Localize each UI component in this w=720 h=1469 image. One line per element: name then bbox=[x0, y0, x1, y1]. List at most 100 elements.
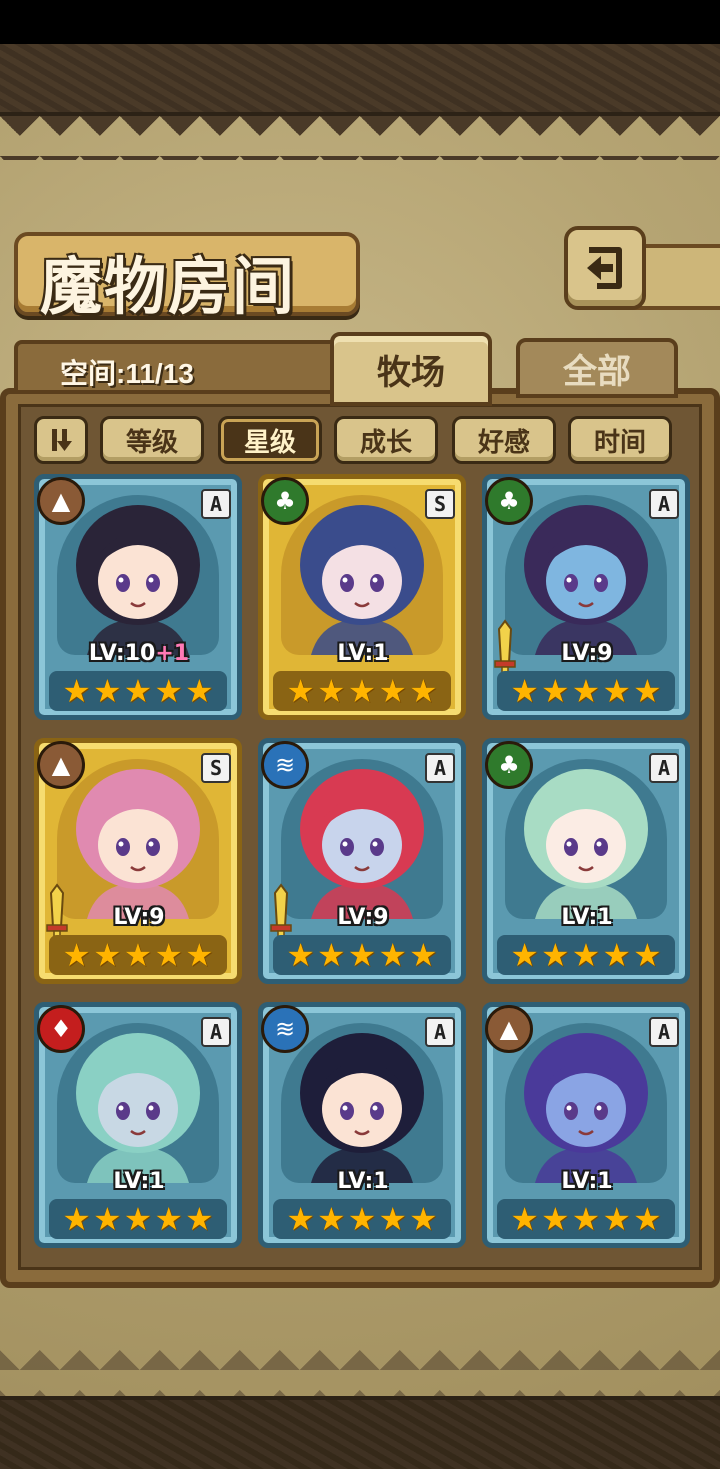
star-icon: ★ bbox=[571, 672, 601, 710]
level-text: LV:10 bbox=[88, 641, 156, 666]
monster-level: LV:1 bbox=[487, 905, 687, 930]
monster-card[interactable]: ♣ A LV:1 ★ ★ ★ ★ ★ bbox=[482, 738, 690, 984]
monster-card[interactable]: ♣ S LV:1 ★ ★ ★ ★ ★ bbox=[258, 474, 466, 720]
level-text: LV:1 bbox=[113, 1169, 165, 1194]
monster-card[interactable]: ▲ S LV:9 ★ ★ ★ ★ ★ bbox=[34, 738, 242, 984]
star-icon: ★ bbox=[154, 672, 184, 710]
star-icon: ★ bbox=[378, 936, 408, 974]
sort-order-button[interactable] bbox=[34, 416, 88, 464]
monster-portrait bbox=[281, 759, 443, 919]
star-icon: ★ bbox=[286, 1200, 315, 1238]
star-icon: ★ bbox=[540, 1200, 570, 1238]
level-text: LV:9 bbox=[113, 905, 165, 930]
star-icon: ★ bbox=[185, 672, 214, 710]
monster-card[interactable]: ≋ A LV:9 ★ ★ ★ ★ ★ bbox=[258, 738, 466, 984]
monster-portrait bbox=[505, 759, 667, 919]
star-icon: ★ bbox=[123, 936, 153, 974]
star-icon: ★ bbox=[409, 1200, 438, 1238]
wave-icon: ≋ bbox=[261, 1005, 309, 1053]
star-icon: ★ bbox=[633, 936, 662, 974]
star-rating: ★ ★ ★ ★ ★ bbox=[49, 935, 227, 975]
monster-card[interactable]: ♦ A LV:1 ★ ★ ★ ★ ★ bbox=[34, 1002, 242, 1248]
capacity-label: 空间:11/13 bbox=[60, 358, 194, 389]
star-icon: ★ bbox=[123, 1200, 153, 1238]
leaf-icon: ♣ bbox=[261, 477, 309, 525]
star-icon: ★ bbox=[316, 1200, 346, 1238]
star-rating: ★ ★ ★ ★ ★ bbox=[273, 935, 451, 975]
tab-ranch[interactable]: 牧场 bbox=[330, 332, 492, 406]
monster-card[interactable]: ▲ A LV:10+1 ★ ★ ★ ★ ★ bbox=[34, 474, 242, 720]
star-icon: ★ bbox=[62, 672, 91, 710]
rank-badge: A bbox=[201, 489, 231, 519]
level-text: LV:1 bbox=[337, 641, 389, 666]
monster-portrait bbox=[281, 1023, 443, 1183]
star-icon: ★ bbox=[571, 1200, 601, 1238]
filter-affection-button[interactable]: 好感 bbox=[452, 416, 556, 464]
star-icon: ★ bbox=[378, 672, 408, 710]
star-icon: ★ bbox=[154, 1200, 184, 1238]
monster-card[interactable]: ≋ A LV:1 ★ ★ ★ ★ ★ bbox=[258, 1002, 466, 1248]
star-icon: ★ bbox=[409, 936, 438, 974]
star-icon: ★ bbox=[62, 1200, 91, 1238]
star-icon: ★ bbox=[185, 936, 214, 974]
flame-icon: ♦ bbox=[37, 1005, 85, 1053]
rank-badge: A bbox=[425, 753, 455, 783]
monster-card[interactable]: ♣ A LV:9 ★ ★ ★ ★ ★ bbox=[482, 474, 690, 720]
star-icon: ★ bbox=[510, 1200, 539, 1238]
monster-level: LV:9 bbox=[39, 905, 239, 930]
map-background-top bbox=[0, 44, 720, 116]
star-icon: ★ bbox=[540, 936, 570, 974]
back-arrow-icon bbox=[587, 247, 622, 289]
monster-level: LV:1 bbox=[263, 1169, 463, 1194]
star-icon: ★ bbox=[286, 936, 315, 974]
star-icon: ★ bbox=[540, 672, 570, 710]
monster-portrait bbox=[57, 1023, 219, 1183]
monster-level: LV:1 bbox=[487, 1169, 687, 1194]
rank-badge: A bbox=[649, 753, 679, 783]
star-icon: ★ bbox=[633, 672, 662, 710]
leaf-icon: ♣ bbox=[485, 741, 533, 789]
monster-level: LV:9 bbox=[263, 905, 463, 930]
star-icon: ★ bbox=[123, 672, 153, 710]
star-rating: ★ ★ ★ ★ ★ bbox=[273, 671, 451, 711]
star-icon: ★ bbox=[316, 936, 346, 974]
rank-badge: A bbox=[649, 1017, 679, 1047]
star-icon: ★ bbox=[154, 936, 184, 974]
level-bonus: +1 bbox=[155, 641, 190, 666]
star-icon: ★ bbox=[92, 936, 122, 974]
star-icon: ★ bbox=[347, 672, 377, 710]
star-icon: ★ bbox=[62, 936, 91, 974]
back-button[interactable] bbox=[564, 226, 646, 310]
mountain-icon: ▲ bbox=[37, 741, 85, 789]
filter-star-button[interactable]: 星级 bbox=[218, 416, 322, 464]
monster-level: LV:9 bbox=[487, 641, 687, 666]
filter-growth-button[interactable]: 成长 bbox=[334, 416, 438, 464]
monster-card[interactable]: ▲ A LV:1 ★ ★ ★ ★ ★ bbox=[482, 1002, 690, 1248]
star-icon: ★ bbox=[602, 1200, 632, 1238]
star-icon: ★ bbox=[602, 672, 632, 710]
leaf-icon: ♣ bbox=[485, 477, 533, 525]
monster-portrait bbox=[57, 759, 219, 919]
rank-badge: A bbox=[425, 1017, 455, 1047]
monster-level: LV:1 bbox=[39, 1169, 239, 1194]
rank-badge: A bbox=[201, 1017, 231, 1047]
star-icon: ★ bbox=[378, 1200, 408, 1238]
rank-badge: S bbox=[425, 489, 455, 519]
monster-portrait bbox=[505, 1023, 667, 1183]
filter-time-button[interactable]: 时间 bbox=[568, 416, 672, 464]
star-icon: ★ bbox=[602, 936, 632, 974]
level-text: LV:1 bbox=[561, 905, 613, 930]
monster-portrait bbox=[505, 495, 667, 655]
tab-all[interactable]: 全部 bbox=[516, 338, 678, 398]
star-icon: ★ bbox=[633, 1200, 662, 1238]
filter-level-button[interactable]: 等级 bbox=[100, 416, 204, 464]
monster-level: LV:1 bbox=[263, 641, 463, 666]
level-text: LV:1 bbox=[561, 1169, 613, 1194]
monster-portrait bbox=[57, 495, 219, 655]
star-rating: ★ ★ ★ ★ ★ bbox=[273, 1199, 451, 1239]
star-icon: ★ bbox=[347, 1200, 377, 1238]
status-bar bbox=[0, 0, 720, 44]
star-icon: ★ bbox=[316, 672, 346, 710]
level-text: LV:9 bbox=[561, 641, 613, 666]
star-icon: ★ bbox=[510, 936, 539, 974]
